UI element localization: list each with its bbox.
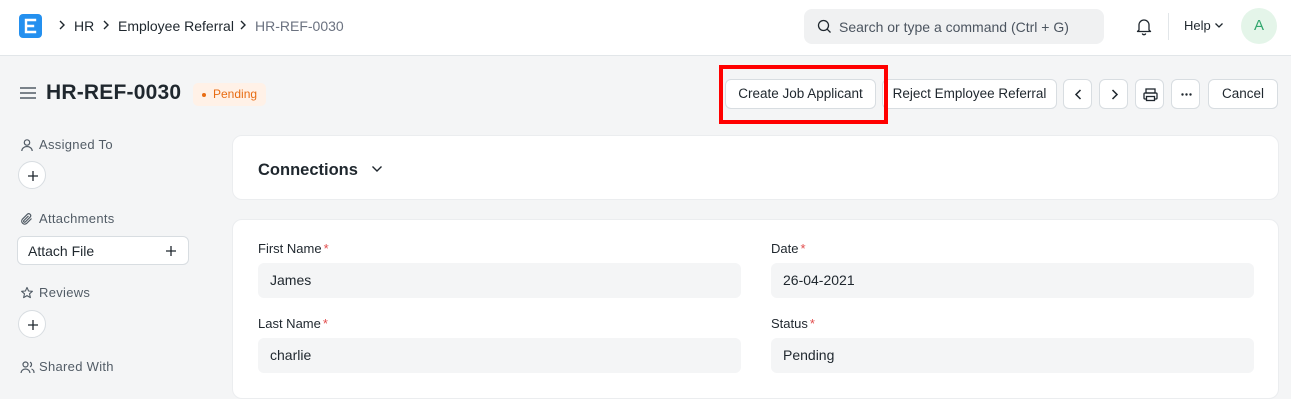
status-badge: Pending	[193, 83, 267, 106]
required-asterisk: *	[322, 316, 328, 331]
chevron-down-icon[interactable]	[371, 165, 383, 173]
search-input[interactable]	[839, 17, 1094, 37]
cancel-button[interactable]: Cancel	[1208, 79, 1278, 109]
shared-with-label: Shared With	[39, 359, 114, 374]
app-logo-icon[interactable]	[19, 14, 42, 38]
attach-file-label: Attach File	[28, 243, 95, 259]
date-field[interactable]: 26-04-2021	[771, 263, 1254, 298]
connections-title[interactable]: Connections	[258, 160, 358, 180]
chevron-down-icon[interactable]	[1214, 22, 1224, 29]
reviews-label: Reviews	[39, 285, 91, 300]
search-icon	[817, 19, 831, 33]
more-horizontal-icon	[1181, 93, 1192, 96]
previous-record-button[interactable]	[1063, 79, 1092, 109]
add-assignee-button[interactable]	[18, 161, 46, 189]
last-name-label-text: Last Name	[258, 316, 321, 331]
add-review-button[interactable]	[18, 310, 46, 338]
page-title: HR-REF-0030	[46, 81, 182, 104]
print-button[interactable]	[1135, 79, 1164, 109]
status-field[interactable]: Pending	[771, 338, 1254, 373]
plus-icon	[28, 171, 38, 181]
paperclip-icon	[21, 213, 32, 225]
plus-icon	[166, 246, 176, 256]
required-asterisk: *	[809, 316, 815, 331]
more-actions-button[interactable]	[1171, 79, 1200, 109]
first-name-field[interactable]: James	[258, 263, 741, 298]
status-label: Status *	[771, 316, 815, 332]
first-name-label: First Name *	[258, 241, 329, 257]
printer-icon	[1143, 88, 1158, 102]
user-icon	[21, 139, 33, 152]
chevron-right-icon	[59, 20, 65, 30]
chevron-left-icon	[1074, 89, 1082, 100]
last-name-field[interactable]: charlie	[258, 338, 741, 373]
notification-bell-icon[interactable]	[1135, 17, 1153, 36]
attachments-label: Attachments	[39, 211, 115, 226]
plus-icon	[28, 320, 38, 330]
chevron-right-icon	[103, 20, 109, 30]
reject-employee-referral-button[interactable]: Reject Employee Referral	[882, 79, 1057, 109]
assigned-to-label: Assigned To	[39, 137, 113, 152]
status-label-text: Status	[771, 316, 808, 331]
create-job-applicant-button[interactable]: Create Job Applicant	[725, 79, 876, 109]
last-name-label: Last Name *	[258, 316, 328, 332]
navbar-divider	[1168, 13, 1169, 40]
date-label: Date *	[771, 241, 806, 257]
sidebar-toggle-icon[interactable]	[19, 86, 37, 100]
search-bar[interactable]	[804, 9, 1104, 44]
next-record-button[interactable]	[1099, 79, 1128, 109]
breadcrumb-employee-referral[interactable]: Employee Referral	[118, 17, 234, 35]
star-icon	[21, 286, 33, 299]
required-asterisk: *	[800, 241, 806, 256]
date-label-text: Date	[771, 241, 799, 256]
top-navbar: HR Employee Referral HR-REF-0030 Help A	[0, 0, 1291, 56]
users-icon	[20, 361, 35, 374]
breadcrumb-current: HR-REF-0030	[255, 18, 344, 34]
user-avatar[interactable]: A	[1241, 8, 1277, 44]
form-card: First Name * James Date * 26-04-2021 Last …	[232, 219, 1279, 399]
required-asterisk: *	[323, 241, 329, 256]
first-name-label-text: First Name	[258, 241, 322, 256]
chevron-right-icon	[1111, 89, 1119, 100]
help-menu-button[interactable]: Help	[1184, 17, 1211, 35]
breadcrumb-hr[interactable]: HR	[74, 17, 94, 35]
connections-card: Connections	[232, 135, 1279, 200]
chevron-right-icon	[240, 20, 246, 30]
attach-file-button[interactable]: Attach File	[17, 236, 189, 265]
